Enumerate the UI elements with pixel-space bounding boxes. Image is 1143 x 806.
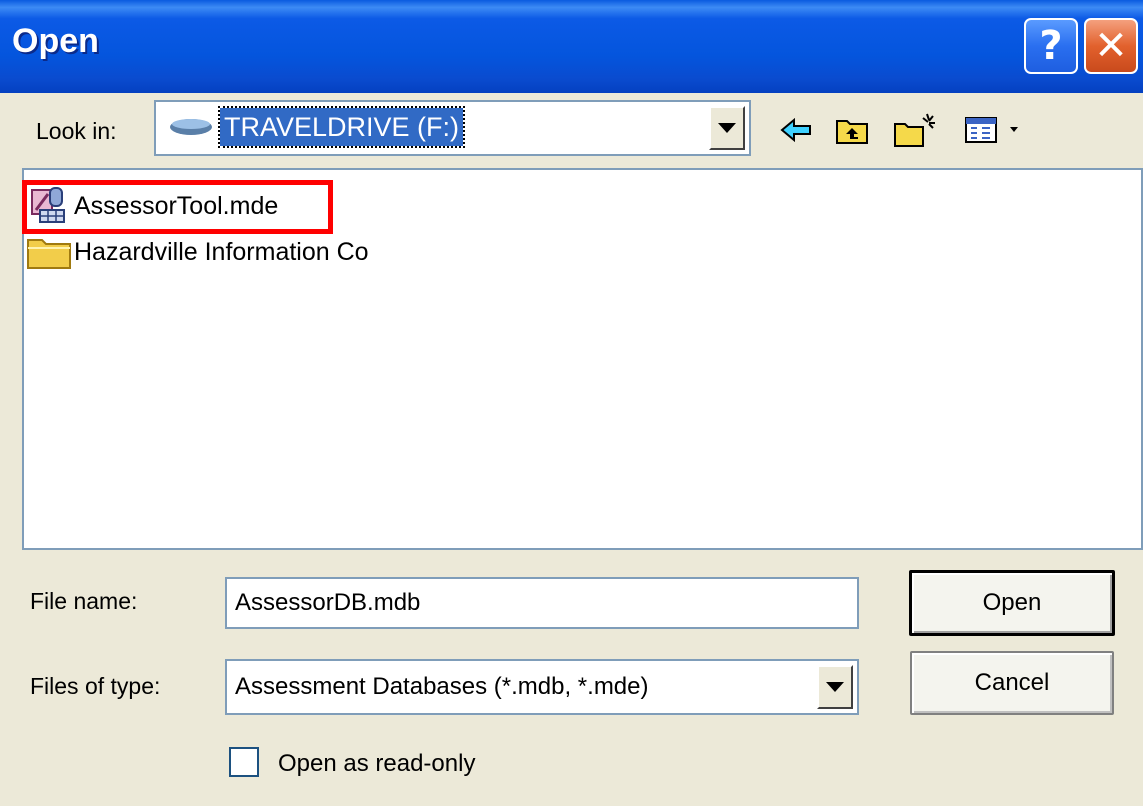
file-name-text: AssessorTool.mde [74, 191, 279, 220]
file-name-text: Hazardville Information Co [74, 237, 369, 266]
look-in-label: Look in: [36, 118, 117, 144]
view-menu-icon [965, 117, 1018, 143]
look-in-value: TRAVELDRIVE (F:) [217, 106, 466, 148]
create-new-folder-button[interactable] [892, 110, 940, 150]
files-of-type-select[interactable]: Assessment Databases (*.mdb, *.mde) [225, 659, 859, 715]
view-menu-button[interactable] [960, 110, 1030, 150]
files-of-type-label: Files of type: [30, 673, 161, 699]
read-only-label[interactable]: Open as read-only [278, 750, 475, 778]
file-name-input[interactable]: AssessorDB.mdb [225, 577, 859, 629]
new-folder-icon [894, 113, 935, 147]
chevron-down-icon [826, 682, 844, 692]
file-name-label: File name: [30, 588, 138, 614]
open-dialog: Open ? ✕ Look in: TRAVELDRIVE (F:) Asses… [0, 0, 1143, 806]
dialog-title: Open [12, 22, 99, 60]
back-button[interactable] [778, 110, 814, 150]
folder-item-hazardville[interactable]: Hazardville Information Co [26, 232, 369, 272]
files-of-type-dropdown-button[interactable] [817, 665, 853, 709]
look-in-combobox[interactable]: TRAVELDRIVE (F:) [154, 100, 751, 156]
look-in-dropdown-button[interactable] [709, 106, 745, 150]
drive-icon [170, 119, 212, 135]
files-of-type-value: Assessment Databases (*.mdb, *.mde) [235, 673, 649, 700]
back-icon [780, 118, 811, 142]
file-list[interactable]: AssessorTool.mde Hazardville Information… [22, 168, 1143, 550]
cancel-button[interactable]: Cancel [910, 651, 1114, 715]
up-folder-icon [836, 120, 868, 144]
close-button[interactable]: ✕ [1084, 18, 1138, 74]
read-only-checkbox[interactable] [229, 747, 259, 777]
up-one-level-button[interactable] [832, 110, 872, 150]
chevron-down-icon [718, 123, 736, 133]
title-bar[interactable]: Open ? ✕ [0, 0, 1143, 93]
help-button[interactable]: ? [1024, 18, 1078, 74]
open-button[interactable]: Open [909, 570, 1115, 636]
file-item-assessortool[interactable]: AssessorTool.mde [22, 180, 333, 234]
folder-icon [26, 232, 74, 272]
access-database-icon [26, 186, 74, 226]
file-name-value: AssessorDB.mdb [235, 589, 421, 616]
